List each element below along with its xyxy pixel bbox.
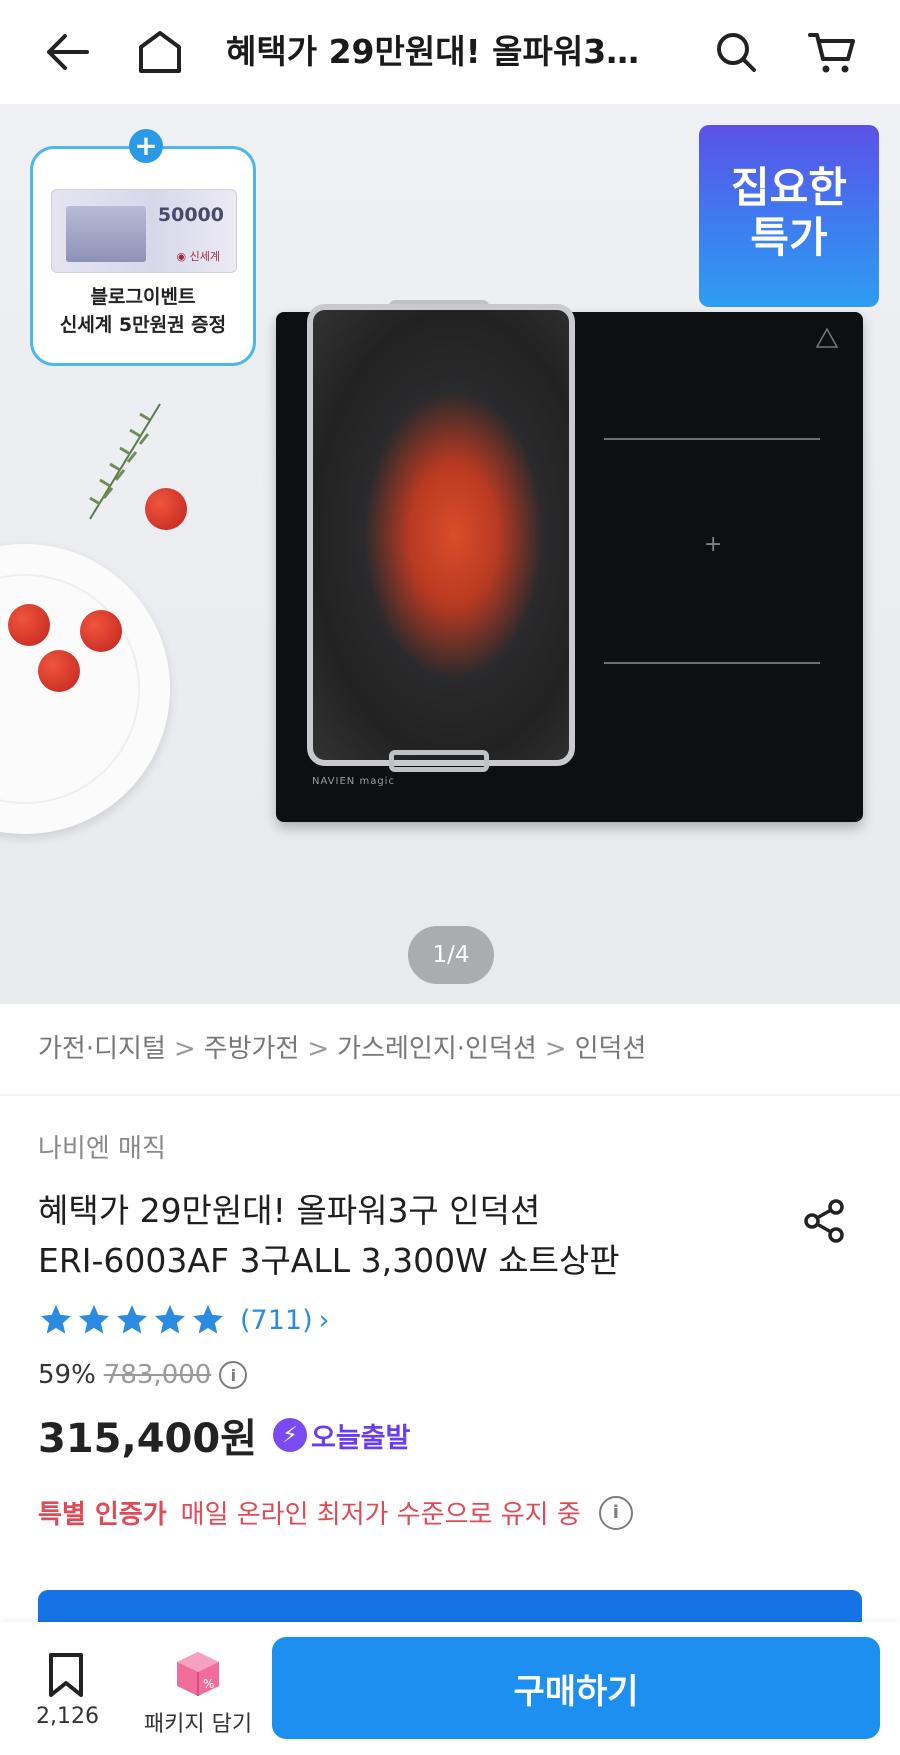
image-counter: 1/4: [408, 926, 494, 984]
pan-handle-image: [389, 750, 489, 772]
event-gift-card[interactable]: + 50000 ◉ 신세계 블로그이벤트 신세계 5만원권 증정: [30, 129, 256, 366]
page-title: 혜택가 29만원대! 올파워3…: [226, 32, 640, 71]
badge-line2: 특가: [750, 213, 828, 262]
star-icon: [117, 1305, 147, 1334]
discount-row: 59% 783,000 i: [38, 1360, 248, 1390]
buy-button[interactable]: 구매하기: [272, 1637, 880, 1739]
gift-line2: 신세계 5만원권 증정: [59, 314, 227, 336]
sale-price: 315,400원: [38, 1416, 257, 1462]
search-button[interactable]: [706, 22, 766, 82]
tomato-image: [8, 604, 50, 646]
bottom-action-bar: 2,126 % 패키지 담기 구매하기: [0, 1622, 900, 1755]
search-icon: [717, 33, 756, 72]
chevron-right-icon: >: [307, 1034, 330, 1064]
today-delivery-label: 오늘출발: [311, 1422, 411, 1454]
star-icon: [193, 1305, 223, 1334]
share-button[interactable]: [800, 1196, 850, 1246]
chevron-right-icon: >: [173, 1034, 196, 1064]
top-navigation-bar: 혜택가 29만원대! 올파워3…: [0, 0, 900, 104]
rosemary-image: [89, 403, 161, 520]
gift-voucher-image: 50000 ◉ 신세계: [51, 189, 237, 273]
certified-price-desc: 매일 온라인 최저가 수준으로 유지 중: [180, 1500, 581, 1530]
star-icon: [79, 1305, 109, 1334]
warning-icon: [816, 328, 838, 348]
breadcrumb: 가전·디지털 > 주방가전 > 가스레인지·인덕션 > 인덕션: [38, 1028, 646, 1065]
cooktop-brand: NAVIEN magic: [312, 776, 395, 787]
price-row: 315,400원 ⚡ 오늘출발: [38, 1406, 410, 1464]
today-delivery-badge: ⚡ 오늘출발: [273, 1416, 410, 1455]
home-icon: [139, 31, 181, 73]
svg-text:%: %: [203, 1677, 214, 1691]
lightning-icon: ⚡: [273, 1418, 307, 1452]
back-button[interactable]: [36, 22, 96, 82]
certified-price-row: 특별 인증가 매일 온라인 최저가 수준으로 유지 중 i: [38, 1494, 633, 1531]
breadcrumb-item[interactable]: 인덕션: [575, 1028, 647, 1065]
package-box-icon: %: [177, 1652, 219, 1696]
certified-price-label: 특별 인증가: [38, 1500, 167, 1530]
bookmark-icon: [49, 1653, 83, 1697]
star-icon: [41, 1305, 71, 1334]
info-icon[interactable]: i: [598, 1495, 633, 1530]
brand-name[interactable]: 나비엔 매직: [38, 1128, 166, 1165]
bookmark-button[interactable]: 2,126: [36, 1652, 99, 1729]
cart-icon: [808, 33, 855, 73]
tomato-image: [80, 610, 122, 652]
tomato-image: [38, 650, 80, 692]
breadcrumb-item[interactable]: 가전·디지털: [38, 1028, 166, 1065]
cart-button[interactable]: [802, 22, 862, 82]
chevron-right-icon: ›: [318, 1304, 330, 1336]
package-add-button[interactable]: % 패키지 담기: [138, 1648, 258, 1738]
lobster-pan-image: [307, 304, 575, 766]
breadcrumb-item[interactable]: 주방가전: [204, 1028, 300, 1065]
gift-line1: 블로그이벤트: [90, 286, 196, 308]
rating-row[interactable]: (711) ›: [38, 1302, 329, 1338]
title-line1: 혜택가 29만원대! 올파워3구 인덕션: [38, 1191, 541, 1230]
review-count[interactable]: (711): [240, 1305, 313, 1336]
gift-text: 블로그이벤트 신세계 5만원권 증정: [33, 283, 253, 339]
title-line2: ERI-6003AF 3구ALL 3,300W 쇼트상판: [38, 1241, 620, 1280]
chevron-right-icon: >: [544, 1034, 567, 1064]
original-price: 783,000: [103, 1360, 212, 1390]
discount-rate: 59%: [38, 1360, 96, 1390]
info-icon[interactable]: i: [219, 1361, 248, 1389]
arrow-left-icon: [47, 34, 89, 70]
bookmark-count: 2,126: [36, 1704, 99, 1729]
breadcrumb-item[interactable]: 가스레인지·인덕션: [337, 1028, 537, 1065]
home-button[interactable]: [130, 22, 190, 82]
share-icon: [804, 1199, 844, 1243]
section-divider: [0, 1094, 900, 1096]
package-label: 패키지 담기: [143, 1712, 253, 1737]
plus-icon: +: [129, 129, 163, 163]
badge-line1: 집요한: [731, 163, 847, 212]
product-title: 혜택가 29만원대! 올파워3구 인덕션 ERI-6003AF 3구ALL 3,…: [38, 1186, 738, 1286]
special-deal-badge: 집요한 특가: [699, 125, 879, 307]
star-icon: [155, 1305, 185, 1334]
product-image-carousel[interactable]: + 50000 ◉ 신세계 블로그이벤트 신세계 5만원권 증정 집요한 특가 …: [0, 104, 900, 1004]
voucher-amount: 50000: [157, 204, 224, 226]
